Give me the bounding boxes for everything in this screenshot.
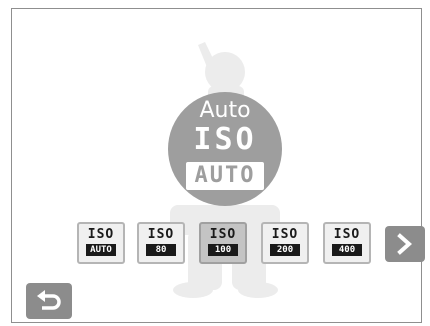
iso-value-label: AUTO	[186, 162, 264, 190]
iso-100-button[interactable]: ISO 100	[199, 222, 247, 264]
iso-indicator-circle: Auto ISO AUTO	[168, 92, 282, 206]
iso-400-button[interactable]: ISO 400	[323, 222, 371, 264]
iso-200-icon-text: ISO	[271, 227, 299, 242]
chevron-right-icon	[397, 233, 413, 255]
iso-200-value: 200	[270, 244, 300, 256]
iso-80-icon-text: ISO	[147, 227, 175, 242]
iso-auto-icon-text: ISO	[87, 227, 115, 242]
iso-100-icon-text: ISO	[209, 227, 237, 242]
iso-80-value: 80	[146, 244, 176, 256]
back-button[interactable]	[26, 283, 72, 319]
iso-80-button[interactable]: ISO 80	[137, 222, 185, 264]
iso-400-value: 400	[332, 244, 362, 256]
camera-screen: Auto ISO AUTO ISO AUTO ISO 80 ISO 100 IS…	[0, 0, 430, 326]
next-button[interactable]	[385, 226, 425, 262]
iso-100-value: 100	[208, 244, 238, 256]
iso-label: ISO	[193, 122, 257, 157]
return-arrow-icon	[37, 290, 61, 310]
iso-mode-label: Auto	[199, 98, 251, 123]
iso-200-button[interactable]: ISO 200	[261, 222, 309, 264]
iso-auto-button[interactable]: ISO AUTO	[77, 222, 125, 264]
iso-auto-value: AUTO	[86, 244, 116, 256]
iso-400-icon-text: ISO	[333, 227, 361, 242]
